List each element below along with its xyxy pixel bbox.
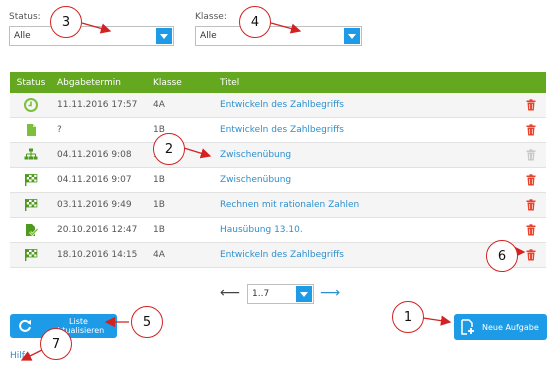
row-klasse: 4A xyxy=(153,250,165,260)
refresh-icon xyxy=(10,319,40,333)
row-klasse: 1B xyxy=(153,175,165,185)
column-header-status: Status xyxy=(16,77,46,88)
column-header-klasse: Klasse xyxy=(153,77,182,88)
table-header: Status Abgabetermin Klasse Titel xyxy=(10,72,546,93)
row-date: ? xyxy=(57,125,62,135)
callout-5: 5 xyxy=(131,306,163,338)
row-title-link[interactable]: Entwickeln des Zahlbegriffs xyxy=(207,100,516,110)
row-date: 18.10.2016 14:15 xyxy=(57,250,138,260)
status-select-value: Alle xyxy=(14,31,31,41)
row-title-link[interactable]: Hausübung 13.10. xyxy=(207,225,516,235)
row-date: 04.11.2016 9:08 xyxy=(57,150,132,160)
row-title-link[interactable]: Zwischenübung xyxy=(207,175,516,185)
table-row[interactable]: 04.11.2016 9:081Zwischenübung xyxy=(10,143,546,168)
trash-icon[interactable] xyxy=(516,249,546,261)
column-header-titel: Titel xyxy=(220,77,240,88)
new-document-icon xyxy=(454,319,482,335)
row-title-link[interactable]: Entwickeln des Zahlbegriffs xyxy=(207,250,516,260)
table-row[interactable]: 11.11.2016 17:57 4A Entwickeln des Zahlbeg… xyxy=(10,93,546,118)
table-row[interactable]: 20.10.2016 12:47 1B Hausübung 13.10. xyxy=(10,218,546,243)
row-klasse: 1B xyxy=(153,125,165,135)
trash-icon[interactable] xyxy=(516,99,546,111)
checkered-flag-icon xyxy=(10,198,52,212)
filter-bar: Status: Alle Klasse: Alle xyxy=(9,12,549,52)
status-select[interactable]: Alle xyxy=(9,26,174,46)
row-klasse: 1B xyxy=(153,225,165,235)
klasse-select-value: Alle xyxy=(200,31,217,41)
table-row[interactable]: 04.11.2016 9:07 1B Zwischenübung xyxy=(10,168,546,193)
row-title-link[interactable]: Entwickeln des Zahlbegriffs xyxy=(207,125,516,135)
column-header-date: Abgabetermin xyxy=(57,77,121,88)
refresh-label-line1: Liste xyxy=(69,317,88,326)
pagination: ⟵ 1..7 ⟶ xyxy=(220,283,340,305)
document-icon xyxy=(10,123,52,137)
klasse-select[interactable]: Alle xyxy=(195,26,362,46)
klasse-filter-label: Klasse: xyxy=(195,12,227,22)
next-page-arrow-icon[interactable]: ⟶ xyxy=(320,285,340,301)
sitemap-icon xyxy=(10,148,52,162)
trash-icon[interactable] xyxy=(516,199,546,211)
table-row[interactable]: ? 1B Entwickeln des Zahlbegriffs xyxy=(10,118,546,143)
row-date: 04.11.2016 9:07 xyxy=(57,175,132,185)
new-task-label: Neue Aufgabe xyxy=(482,322,539,332)
checkered-flag-icon xyxy=(10,173,52,187)
row-date: 03.11.2016 9:49 xyxy=(57,200,132,210)
chevron-down-icon[interactable] xyxy=(156,28,172,44)
row-title-link[interactable]: Rechnen mit rationalen Zahlen xyxy=(207,200,516,210)
table-body: 11.11.2016 17:57 4A Entwickeln des Zahlbeg… xyxy=(10,93,546,268)
table-row[interactable]: 03.11.2016 9:49 1B Rechnen mit rationalen … xyxy=(10,193,546,218)
trash-icon[interactable] xyxy=(516,174,546,186)
callout-3: 3 xyxy=(50,6,82,38)
checkered-flag-icon xyxy=(10,248,52,262)
callout-6: 6 xyxy=(486,240,518,272)
callout-2: 2 xyxy=(153,133,185,165)
row-klasse: 4A xyxy=(153,100,165,110)
clock-icon xyxy=(10,98,52,112)
row-title-link[interactable]: Zwischenübung xyxy=(207,150,516,160)
trash-icon xyxy=(516,149,546,161)
prev-page-arrow-icon[interactable]: ⟵ xyxy=(220,285,240,301)
callout-4: 4 xyxy=(239,6,271,38)
page-select[interactable]: 1..7 xyxy=(247,284,314,304)
chevron-down-icon[interactable] xyxy=(296,286,312,302)
status-filter-label: Status: xyxy=(9,12,41,22)
chevron-down-icon[interactable] xyxy=(344,28,360,44)
callout-1: 1 xyxy=(392,301,424,333)
new-task-button[interactable]: Neue Aufgabe xyxy=(454,314,547,340)
page-select-value: 1..7 xyxy=(252,289,270,299)
callout-7: 7 xyxy=(40,328,72,360)
table-row[interactable]: 18.10.2016 14:15 4A Entwickeln des Zahlbeg… xyxy=(10,243,546,268)
help-link[interactable]: Hilfe xyxy=(10,351,30,361)
trash-icon[interactable] xyxy=(516,124,546,136)
document-check-icon xyxy=(10,223,52,237)
row-date: 20.10.2016 12:47 xyxy=(57,225,138,235)
trash-icon[interactable] xyxy=(516,224,546,236)
row-klasse: 1B xyxy=(153,200,165,210)
task-table: Status Abgabetermin Klasse Titel 11.11.2… xyxy=(10,72,546,268)
row-date: 11.11.2016 17:57 xyxy=(57,100,138,110)
